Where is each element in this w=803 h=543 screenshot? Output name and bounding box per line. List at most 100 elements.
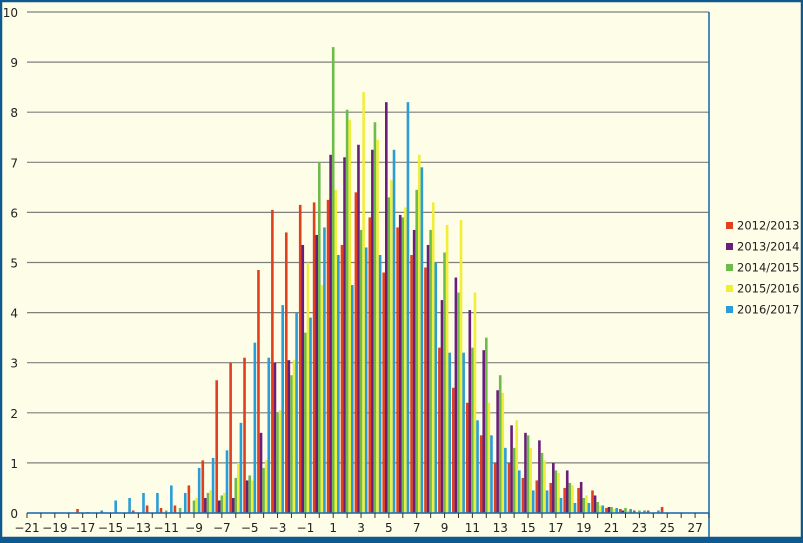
bar-2012-2013-x11 — [465, 402, 469, 513]
bar-2012-2013-x-2 — [284, 232, 288, 513]
bar-2015-2016-x13 — [501, 392, 505, 513]
bar-2012-2013-x19 — [577, 487, 580, 513]
bar-2012-2013-x3 — [354, 192, 358, 514]
bar-2012-2013-x7 — [410, 254, 413, 514]
bar-2012-2013-x18 — [563, 487, 566, 513]
bar-2015-2016-x-4 — [264, 460, 268, 513]
bar-2012-2013-x-5 — [243, 357, 246, 513]
bar-2016-2017-x-11 — [170, 485, 173, 513]
x-tick-label: 25 — [660, 521, 675, 535]
bar-2014-2015-x14 — [512, 447, 516, 513]
bar-2013-2014-x19 — [579, 481, 583, 513]
bar-2015-2016-x-7 — [223, 492, 226, 513]
bar-2014-2015-x4 — [373, 122, 377, 513]
bar-2013-2014-x-4 — [259, 432, 263, 513]
bar-2014-2015-x-8 — [206, 492, 210, 513]
bar-2016-2017-x16 — [545, 490, 549, 513]
bar-2014-2015-x-5 — [248, 475, 251, 513]
bar-2015-2016-x-1 — [306, 262, 310, 513]
x-tick-label: −17 — [70, 521, 95, 535]
bar-2012-2013-x16 — [535, 480, 539, 513]
bar-2016-2017-x-13 — [142, 492, 145, 513]
bar-2013-2014-x21 — [607, 506, 611, 513]
bar-2016-2017-x-7 — [225, 450, 229, 514]
bar-2015-2016-x5 — [390, 179, 393, 513]
bar-2012-2013-x13 — [493, 462, 497, 513]
bar-2013-2014-x18 — [565, 470, 569, 513]
y-tick-label: 0 — [10, 507, 18, 521]
bar-2012-2013-x15 — [521, 477, 525, 513]
bar-2016-2017-x17 — [559, 497, 563, 513]
bar-2015-2016-x-2 — [292, 360, 296, 513]
x-tick-label: −3 — [269, 521, 287, 535]
x-tick-label: 13 — [493, 521, 508, 535]
bar-2015-2016-x-9 — [195, 497, 198, 513]
bar-2015-2016-x2 — [348, 119, 351, 513]
bar-2014-2015-x17 — [554, 470, 558, 513]
bar-2014-2015-x-1 — [304, 332, 307, 513]
bar-2012-2013-x25 — [660, 506, 664, 513]
x-tick-label: −21 — [14, 521, 39, 535]
bar-2015-2016-x20 — [598, 505, 602, 513]
bar-2015-2016-x18 — [571, 485, 574, 513]
bar-2012-2013-x-4 — [257, 270, 260, 513]
bar-2014-2015-x9 — [443, 252, 446, 514]
bar-2015-2016-x-8 — [209, 490, 212, 513]
bar-2013-2014-x6 — [398, 214, 402, 513]
bar-2014-2015-x21 — [610, 506, 613, 513]
chart-frame: 0 1 2 3 4 5 6 7 8 9 10 −21 −19 −17 −15 −13 −11 −9 −7 −5 −3 −1… — [0, 0, 803, 540]
y-tick-label: 2 — [10, 407, 18, 421]
bar-2016-2017-x-1 — [309, 317, 312, 513]
bar-2013-2014-x7 — [412, 229, 416, 513]
bar-2012-2013-x1 — [326, 199, 330, 514]
x-tick-label: −13 — [126, 521, 151, 535]
bar-2016-2017-x-10 — [183, 492, 187, 513]
legend-swatch-2014-2015 — [726, 264, 733, 271]
x-tick-label: −5 — [241, 521, 259, 535]
bar-2013-2014-x-1 — [301, 244, 305, 513]
bar-2016-2017-x3 — [364, 247, 368, 513]
y-tick-label: 1 — [10, 457, 18, 471]
bar-2015-2016-x19 — [585, 495, 588, 513]
bar-2014-2015-x-4 — [262, 467, 265, 513]
y-tick-label: 10 — [3, 6, 18, 20]
x-tick-label: 15 — [520, 521, 535, 535]
bar-2016-2017-x-15 — [114, 500, 117, 513]
x-tick-label: 19 — [576, 521, 591, 535]
bar-2012-2013-x-3 — [271, 209, 274, 513]
legend-label: 2014/2015 — [737, 261, 799, 275]
bar-2016-2017-x10 — [462, 352, 465, 513]
bar-2014-2015-x8 — [429, 229, 432, 513]
x-tick-label: 5 — [385, 521, 393, 535]
legend-label: 2016/2017 — [737, 303, 799, 317]
x-tick-label: 17 — [548, 521, 563, 535]
bar-2014-2015-x19 — [582, 497, 586, 513]
bar-2016-2017-x19 — [587, 502, 591, 513]
y-tick-label: 8 — [10, 106, 18, 120]
legend-swatch-2015-2016 — [726, 285, 733, 292]
x-tick-label: 11 — [465, 521, 480, 535]
x-tick-label: −1 — [297, 521, 315, 535]
bar-2013-2014-x-8 — [204, 497, 207, 513]
bar-2014-2015-x-9 — [192, 500, 196, 513]
x-tick-label: 3 — [357, 521, 365, 535]
bar-2013-2014-x20 — [593, 495, 597, 513]
bar-2013-2014-x4 — [371, 149, 374, 513]
bar-2016-2017-x0 — [323, 227, 326, 513]
bar-2012-2013-x-10 — [173, 505, 177, 513]
bar-2015-2016-x17 — [557, 472, 560, 513]
bar-2014-2015-x6 — [401, 217, 405, 513]
bar-2016-2017-x7 — [420, 167, 424, 513]
bar-2013-2014-x10 — [454, 277, 458, 513]
bar-2014-2015-x-7 — [220, 495, 224, 513]
bar-2012-2013-x-12 — [145, 505, 149, 513]
bar-2016-2017-x11 — [476, 420, 479, 513]
x-tick-label: 1 — [329, 521, 337, 535]
x-tick-label: −19 — [42, 521, 67, 535]
bar-2012-2013-x9 — [438, 347, 441, 513]
bar-2013-2014-x17 — [552, 462, 555, 513]
bar-2014-2015-x10 — [457, 292, 460, 513]
bar-2015-2016-x12 — [487, 402, 491, 513]
bar-2014-2015-x12 — [485, 337, 488, 513]
bar-2014-2015-x-6 — [234, 477, 238, 513]
